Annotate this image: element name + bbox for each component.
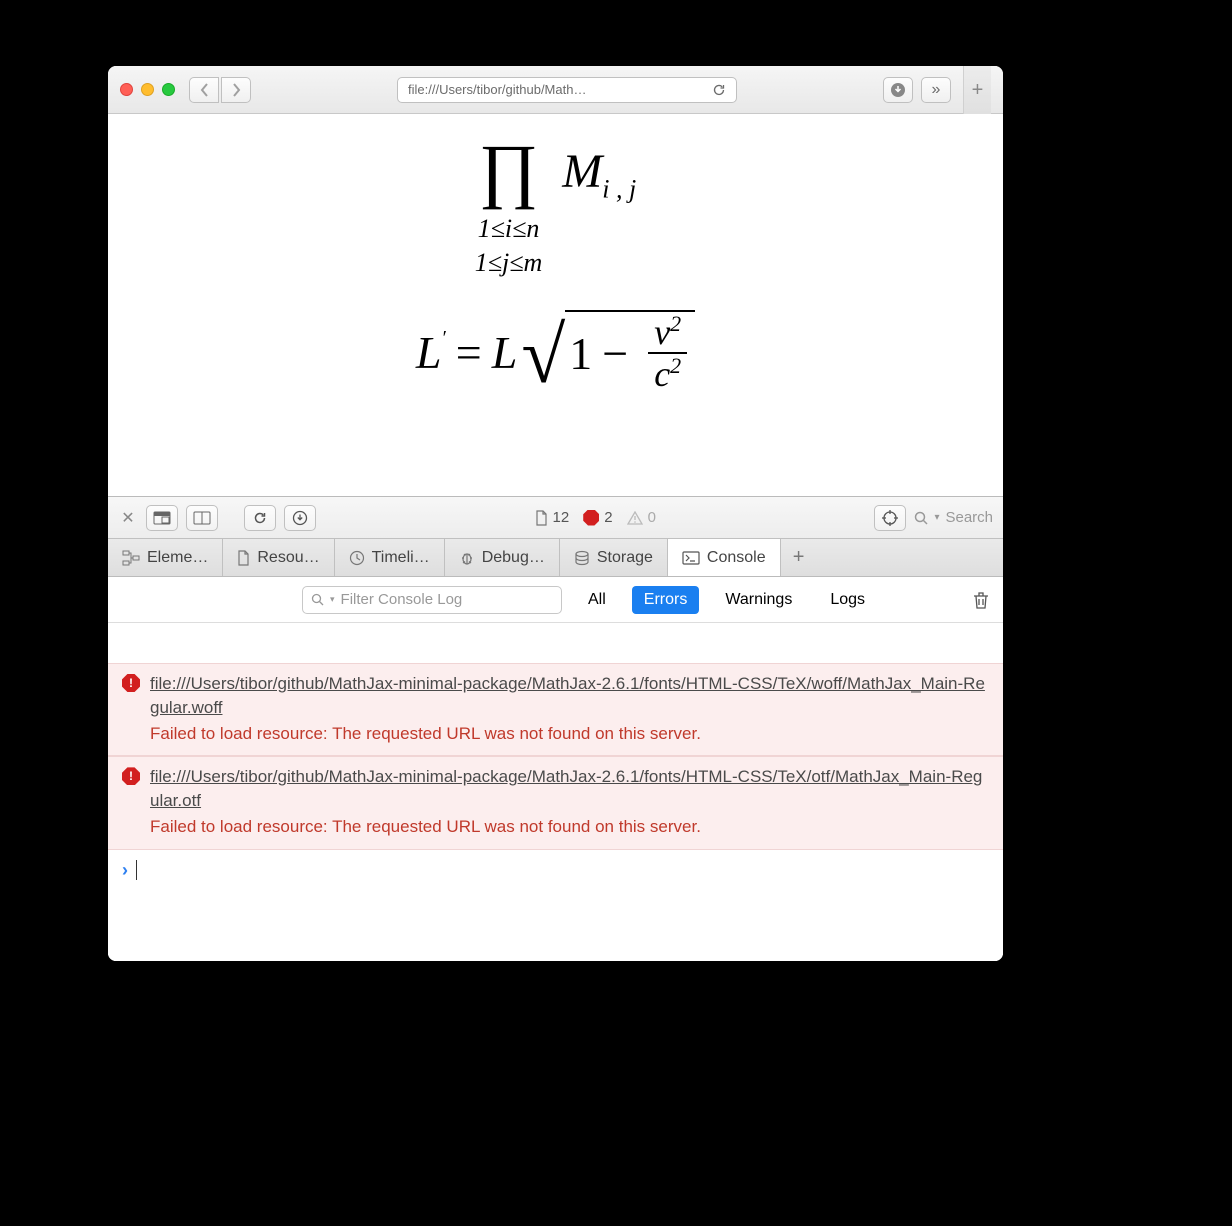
elements-icon	[122, 550, 140, 566]
close-inspector-button[interactable]: ✕	[118, 508, 138, 528]
close-window-button[interactable]	[120, 83, 133, 96]
error-icon: !	[583, 510, 599, 526]
product-subscript-1: 1≤i≤n	[475, 212, 543, 246]
titlebar: file:///Users/tibor/github/Math… » +	[108, 66, 1003, 114]
filter-logs[interactable]: Logs	[818, 586, 877, 614]
filter-errors[interactable]: Errors	[632, 586, 700, 614]
inspector-search[interactable]: ▾ Search	[914, 509, 993, 526]
crosshair-icon	[881, 509, 899, 527]
filter-input[interactable]: ▾ Filter Console Log	[302, 586, 562, 614]
inspector-tabs: Eleme… Resou… Timeli… Debug… Storage Con…	[108, 539, 1003, 577]
resources-count[interactable]: 12	[535, 509, 570, 526]
clock-icon	[349, 550, 365, 566]
error-url[interactable]: file:///Users/tibor/github/MathJax-minim…	[150, 767, 982, 810]
tab-storage[interactable]: Storage	[560, 539, 668, 576]
warnings-count[interactable]: 0	[627, 509, 656, 526]
download-icon	[292, 510, 308, 526]
add-tab-button[interactable]: +	[781, 539, 817, 576]
tab-elements[interactable]: Eleme…	[108, 539, 223, 576]
tab-debugger[interactable]: Debug…	[445, 539, 560, 576]
filter-all[interactable]: All	[576, 586, 618, 614]
document-icon	[237, 550, 250, 566]
trash-icon	[973, 591, 989, 609]
search-icon	[914, 511, 928, 525]
window-controls	[120, 83, 175, 96]
url-text: file:///Users/tibor/github/Math…	[408, 82, 704, 97]
tab-console[interactable]: Console	[668, 539, 781, 576]
downloads-button[interactable]	[883, 77, 913, 103]
overflow-button[interactable]: »	[921, 77, 951, 103]
nav-buttons	[189, 77, 251, 103]
filter-placeholder: Filter Console Log	[341, 591, 463, 608]
sqrt-icon: √	[521, 332, 565, 380]
document-icon	[535, 510, 548, 526]
filter-warnings[interactable]: Warnings	[713, 586, 804, 614]
product-subscript-2: 1≤j≤m	[475, 246, 543, 280]
console-filter-bar: ▾ Filter Console Log All Errors Warnings…	[108, 577, 1003, 623]
tab-timelines[interactable]: Timeli…	[335, 539, 445, 576]
console-error-entry: ! file:///Users/tibor/github/MathJax-min…	[108, 663, 1003, 756]
product-term: Mi , j	[562, 144, 636, 205]
reload-page-button[interactable]	[244, 505, 276, 531]
split-button[interactable]	[186, 505, 218, 531]
clear-console-button[interactable]	[973, 591, 989, 609]
back-button[interactable]	[189, 77, 219, 103]
search-placeholder: Search	[945, 509, 993, 526]
console-icon	[682, 551, 700, 565]
element-picker-button[interactable]	[874, 505, 906, 531]
console-prompt[interactable]: ›	[108, 850, 1003, 891]
forward-button[interactable]	[221, 77, 251, 103]
error-message: Failed to load resource: The requested U…	[150, 722, 989, 746]
console-output: ! file:///Users/tibor/github/MathJax-min…	[108, 623, 1003, 961]
zoom-window-button[interactable]	[162, 83, 175, 96]
web-inspector: ✕ 12 ! 2	[108, 496, 1003, 961]
formula-lorentz: L′ = L √ 1 − v2 c2	[416, 310, 695, 395]
reload-icon[interactable]	[712, 83, 726, 97]
minimize-window-button[interactable]	[141, 83, 154, 96]
chevron-right-icon	[232, 83, 241, 97]
page-content: ∏ 1≤i≤n 1≤j≤m Mi , j L′ = L √ 1 −	[108, 114, 1003, 496]
error-url[interactable]: file:///Users/tibor/github/MathJax-minim…	[150, 674, 985, 717]
error-icon: !	[122, 674, 140, 745]
error-message: Failed to load resource: The requested U…	[150, 815, 989, 839]
bug-icon	[459, 550, 475, 566]
chevron-left-icon	[200, 83, 209, 97]
download-resource-button[interactable]	[284, 505, 316, 531]
cursor	[136, 860, 137, 880]
split-icon	[193, 511, 211, 525]
address-bar[interactable]: file:///Users/tibor/github/Math…	[397, 77, 737, 103]
new-tab-button[interactable]: +	[963, 66, 991, 114]
safari-window: file:///Users/tibor/github/Math… » + ∏ 1…	[108, 66, 1003, 961]
search-icon	[311, 593, 324, 606]
storage-icon	[574, 550, 590, 566]
console-error-entry: ! file:///Users/tibor/github/MathJax-min…	[108, 756, 1003, 849]
address-bar-wrap: file:///Users/tibor/github/Math…	[267, 77, 867, 103]
tab-resources[interactable]: Resou…	[223, 539, 334, 576]
inspector-counts: 12 ! 2 0	[324, 509, 866, 526]
formula-product: ∏ 1≤i≤n 1≤j≤m Mi , j	[475, 134, 636, 280]
errors-count[interactable]: ! 2	[583, 509, 612, 526]
dock-side-button[interactable]	[146, 505, 178, 531]
error-icon: !	[122, 767, 140, 838]
inspector-toolbar: ✕ 12 ! 2	[108, 497, 1003, 539]
dock-icon	[153, 511, 171, 525]
prompt-icon: ›	[122, 860, 128, 881]
warning-icon	[627, 511, 643, 525]
product-symbol: ∏	[479, 134, 538, 206]
download-icon	[890, 82, 906, 98]
reload-icon	[252, 510, 268, 526]
